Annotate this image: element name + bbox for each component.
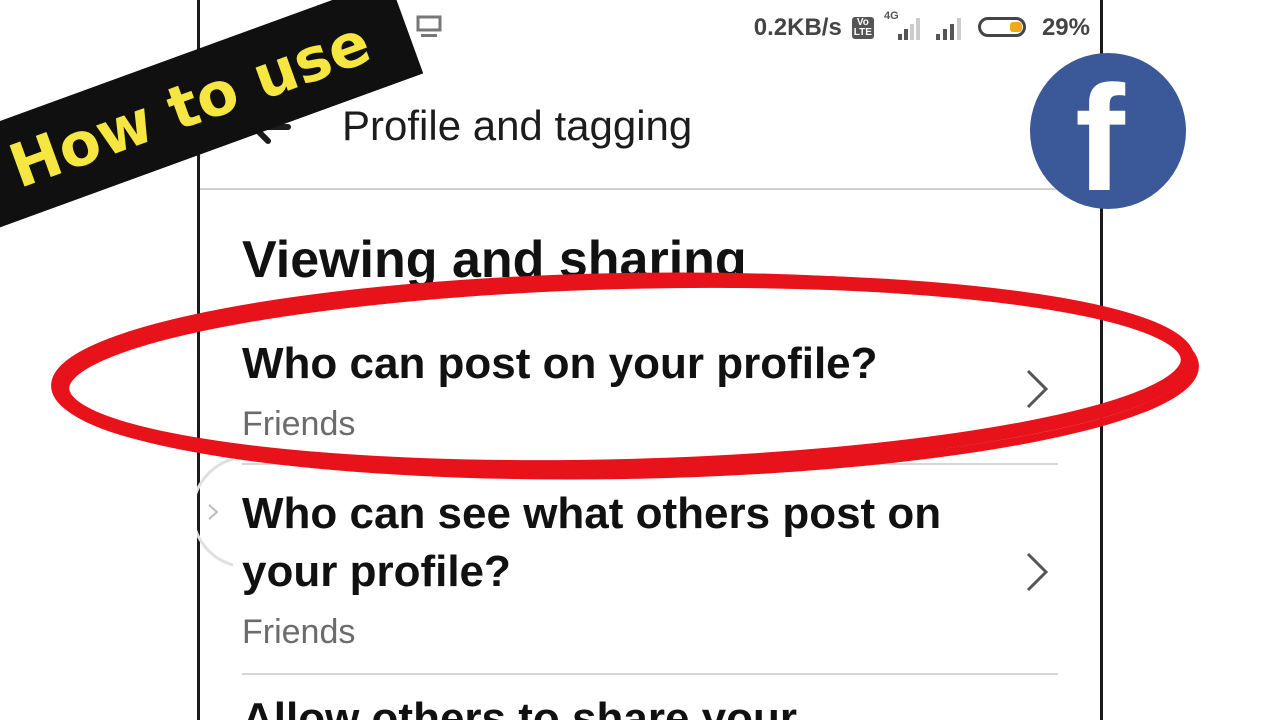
divider bbox=[242, 673, 1058, 675]
chevron-right-icon bbox=[1026, 369, 1049, 409]
side-handle-icon[interactable] bbox=[197, 455, 237, 570]
setting-label: Who can post on your profile? bbox=[242, 339, 878, 388]
setting-label: Who can see what others post on your pro… bbox=[242, 489, 942, 596]
divider bbox=[242, 463, 1058, 465]
page-title: Profile and tagging bbox=[342, 102, 693, 149]
setting-value: Friends bbox=[242, 405, 356, 443]
volte-icon: Vo LTE bbox=[851, 17, 874, 39]
setting-value: Friends bbox=[242, 613, 356, 651]
section-title: Viewing and sharing bbox=[242, 231, 747, 289]
signal-4g-icon: 4G bbox=[884, 10, 924, 42]
setting-row-who-can-see-others-posts[interactable]: Who can see what others post on your pro… bbox=[200, 485, 1100, 665]
net-speed: 0.2KB/s bbox=[753, 14, 842, 41]
facebook-logo-letter: f bbox=[1075, 54, 1125, 222]
battery-percent: 29% bbox=[1041, 14, 1090, 41]
chevron-right-icon bbox=[1026, 552, 1049, 592]
battery-icon bbox=[977, 15, 1032, 41]
screen-cast-icon bbox=[416, 15, 442, 37]
signal-icon bbox=[935, 18, 961, 40]
setting-row-who-can-post[interactable]: Who can post on your profile? Friends bbox=[200, 330, 1100, 460]
setting-row-allow-share[interactable]: Allow others to share your bbox=[200, 690, 1100, 720]
phone-screen: 0.2KB/s Vo LTE 4G 29% Profile and taggin… bbox=[197, 0, 1103, 720]
facebook-logo: f bbox=[1030, 53, 1186, 213]
setting-label: Allow others to share your bbox=[242, 694, 797, 720]
